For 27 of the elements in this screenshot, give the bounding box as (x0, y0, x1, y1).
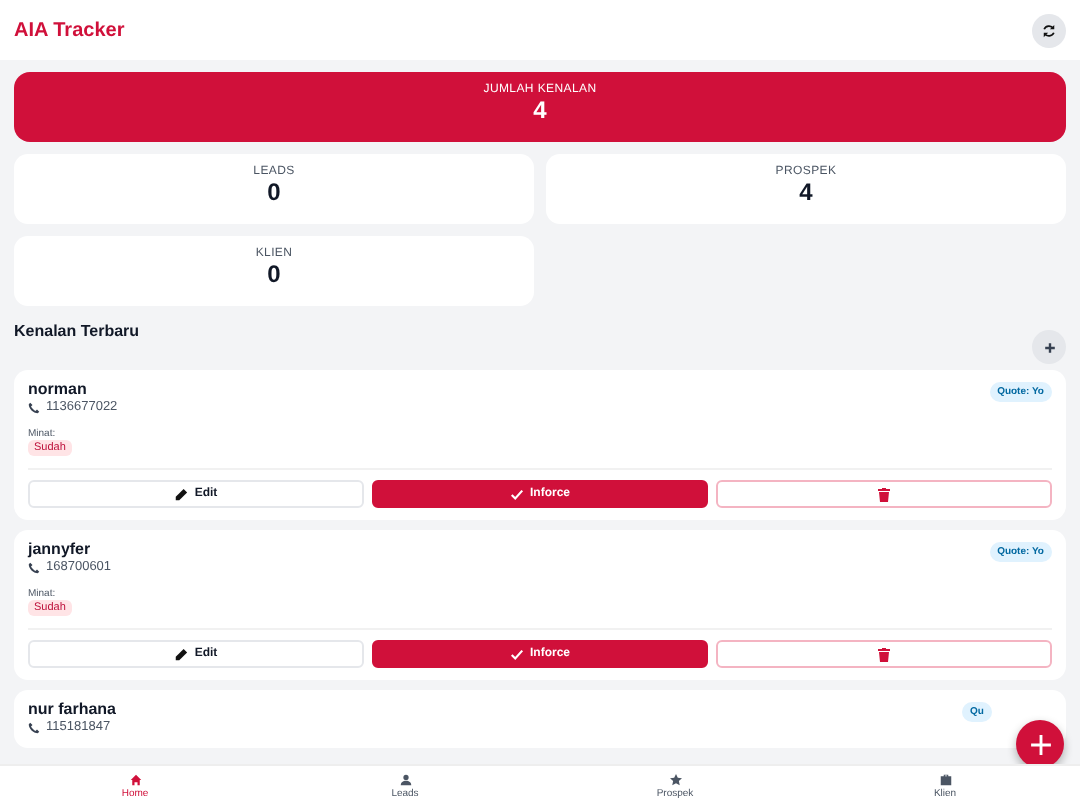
plus-icon (1043, 341, 1055, 353)
section-title: Kenalan Terbaru (14, 322, 140, 342)
stat-value: 0 (265, 180, 283, 207)
person-icon (399, 773, 411, 786)
plus-icon (1029, 733, 1051, 755)
refresh-button[interactable] (1032, 13, 1066, 47)
pencil-icon (174, 647, 189, 662)
phone-icon (28, 401, 40, 414)
stat-value: 0 (265, 262, 283, 289)
check-icon (509, 487, 524, 502)
home-icon (129, 773, 141, 786)
app-title: AIA Tracker (14, 17, 125, 45)
add-button[interactable] (1032, 330, 1066, 364)
pencil-icon (174, 487, 189, 502)
stat-value: 4 (797, 180, 815, 207)
trash-icon (878, 647, 890, 662)
trash-icon (878, 487, 890, 502)
check-icon (509, 647, 524, 662)
contact-name: norman (28, 382, 89, 400)
star-icon (669, 773, 681, 786)
phone-icon (28, 561, 40, 574)
contact-name: jannyfer (28, 542, 93, 560)
phone-icon (28, 722, 40, 735)
total-value: 4 (531, 98, 549, 125)
contact-name: nur farhana (28, 702, 117, 721)
refresh-icon (1042, 23, 1056, 37)
briefcase-icon (939, 773, 951, 786)
